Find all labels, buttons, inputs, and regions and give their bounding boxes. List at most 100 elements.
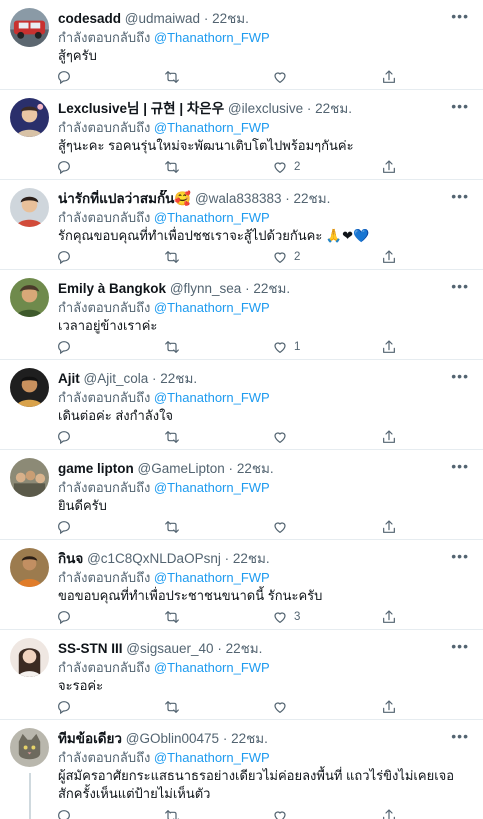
share-button[interactable] — [381, 517, 397, 537]
retweet-button[interactable] — [164, 67, 180, 87]
user-handle[interactable]: @ilexclusive — [228, 101, 303, 116]
avatar[interactable] — [10, 98, 49, 137]
share-button[interactable] — [381, 67, 397, 87]
retweet-button[interactable] — [164, 247, 180, 267]
like-button[interactable]: 1 — [272, 337, 300, 357]
display-name[interactable]: Ajit — [58, 371, 80, 386]
retweet-button[interactable] — [164, 427, 180, 447]
avatar[interactable] — [10, 728, 49, 767]
user-handle[interactable]: @GOblin00475 — [126, 731, 219, 746]
mention-link[interactable]: @Thanathorn_FWP — [154, 300, 270, 315]
user-handle[interactable]: @Ajit_cola — [84, 371, 149, 386]
timestamp[interactable]: 22ชม. — [231, 731, 268, 746]
user-handle[interactable]: @udmaiwad — [125, 11, 200, 26]
share-button[interactable] — [381, 697, 397, 717]
like-button[interactable] — [272, 806, 294, 819]
replying-to-label: กำลังตอบกลับถึง — [58, 30, 151, 45]
tweet[interactable]: Ajit @Ajit_cola · 22ชม. ••• กำลังตอบกลับ… — [0, 360, 483, 450]
share-button[interactable] — [381, 337, 397, 357]
share-button[interactable] — [381, 427, 397, 447]
user-handle[interactable]: @sigsauer_40 — [126, 641, 213, 656]
reply-button[interactable] — [56, 247, 72, 267]
avatar[interactable] — [10, 458, 49, 497]
reply-button[interactable] — [56, 337, 72, 357]
timestamp[interactable]: 22ชม. — [212, 11, 249, 26]
like-button[interactable]: 2 — [272, 247, 300, 267]
avatar[interactable] — [10, 638, 49, 677]
more-options-icon[interactable]: ••• — [451, 368, 469, 384]
like-button[interactable] — [272, 427, 294, 447]
timestamp[interactable]: 22ชม. — [253, 281, 290, 296]
like-button[interactable] — [272, 697, 294, 717]
timestamp[interactable]: 22ชม. — [294, 191, 331, 206]
mention-link[interactable]: @Thanathorn_FWP — [154, 660, 270, 675]
tweet[interactable]: ทีมข้อเดียว @GOblin00475 · 22ชม. ••• กำล… — [0, 720, 483, 819]
mention-link[interactable]: @Thanathorn_FWP — [154, 30, 270, 45]
retweet-button[interactable] — [164, 697, 180, 717]
more-options-icon[interactable]: ••• — [451, 98, 469, 114]
retweet-button[interactable] — [164, 337, 180, 357]
avatar[interactable] — [10, 368, 49, 407]
user-handle[interactable]: @c1C8QxNLDaOPsnj — [87, 551, 221, 566]
like-button[interactable] — [272, 67, 294, 87]
tweet[interactable]: Lexclusive님 | 규현 | 차은우 @ilexclusive · 22… — [0, 90, 483, 180]
reply-button[interactable] — [56, 517, 72, 537]
user-handle[interactable]: @flynn_sea — [170, 281, 242, 296]
mention-link[interactable]: @Thanathorn_FWP — [154, 210, 270, 225]
retweet-button[interactable] — [164, 517, 180, 537]
timestamp[interactable]: 22ชม. — [237, 461, 274, 476]
retweet-button[interactable] — [164, 806, 180, 819]
timestamp[interactable]: 22ชม. — [315, 101, 352, 116]
tweet[interactable]: น่ารักที่แปลว่าสมกั๊น🥰 @wala838383 · 22ช… — [0, 180, 483, 270]
share-button[interactable] — [381, 806, 397, 819]
more-options-icon[interactable]: ••• — [451, 8, 469, 24]
tweet[interactable]: SS-STN III @sigsauer_40 · 22ชม. ••• กำลั… — [0, 630, 483, 720]
reply-button[interactable] — [56, 607, 72, 627]
tweet[interactable]: codesadd @udmaiwad · 22ชม. ••• กำลังตอบก… — [0, 0, 483, 90]
mention-link[interactable]: @Thanathorn_FWP — [154, 120, 270, 135]
like-button[interactable] — [272, 517, 294, 537]
more-options-icon[interactable]: ••• — [451, 638, 469, 654]
retweet-button[interactable] — [164, 607, 180, 627]
timestamp[interactable]: 22ชม. — [160, 371, 197, 386]
display-name[interactable]: ทีมข้อเดียว — [58, 731, 122, 746]
reply-button[interactable] — [56, 697, 72, 717]
share-button[interactable] — [381, 157, 397, 177]
more-options-icon[interactable]: ••• — [451, 548, 469, 564]
reply-button[interactable] — [56, 67, 72, 87]
mention-link[interactable]: @Thanathorn_FWP — [154, 390, 270, 405]
display-name[interactable]: game lipton — [58, 461, 134, 476]
like-button[interactable]: 2 — [272, 157, 300, 177]
avatar[interactable] — [10, 8, 49, 47]
retweet-button[interactable] — [164, 157, 180, 177]
reply-button[interactable] — [56, 157, 72, 177]
more-options-icon[interactable]: ••• — [451, 458, 469, 474]
like-button[interactable]: 3 — [272, 607, 300, 627]
display-name[interactable]: Emily à Bangkok — [58, 281, 166, 296]
display-name[interactable]: Lexclusive님 | 규현 | 차은우 — [58, 101, 224, 116]
display-name[interactable]: SS-STN III — [58, 641, 123, 656]
mention-link[interactable]: @Thanathorn_FWP — [154, 750, 270, 765]
avatar[interactable] — [10, 188, 49, 227]
share-button[interactable] — [381, 247, 397, 267]
display-name[interactable]: กินจ — [58, 551, 83, 566]
avatar[interactable] — [10, 548, 49, 587]
user-handle[interactable]: @wala838383 — [195, 191, 282, 206]
reply-button[interactable] — [56, 427, 72, 447]
more-options-icon[interactable]: ••• — [451, 278, 469, 294]
timestamp[interactable]: 22ชม. — [226, 641, 263, 656]
more-options-icon[interactable]: ••• — [451, 188, 469, 204]
display-name[interactable]: codesadd — [58, 11, 121, 26]
tweet[interactable]: game lipton @GameLipton · 22ชม. ••• กำลั… — [0, 450, 483, 540]
timestamp[interactable]: 22ชม. — [233, 551, 270, 566]
user-handle[interactable]: @GameLipton — [138, 461, 225, 476]
mention-link[interactable]: @Thanathorn_FWP — [154, 570, 270, 585]
tweet[interactable]: กินจ @c1C8QxNLDaOPsnj · 22ชม. ••• กำลังต… — [0, 540, 483, 630]
avatar[interactable] — [10, 278, 49, 317]
share-button[interactable] — [381, 607, 397, 627]
mention-link[interactable]: @Thanathorn_FWP — [154, 480, 270, 495]
more-options-icon[interactable]: ••• — [451, 728, 469, 744]
tweet[interactable]: Emily à Bangkok @flynn_sea · 22ชม. ••• ก… — [0, 270, 483, 360]
display-name[interactable]: น่ารักที่แปลว่าสมกั๊น🥰 — [58, 191, 191, 206]
reply-button[interactable] — [56, 806, 72, 819]
